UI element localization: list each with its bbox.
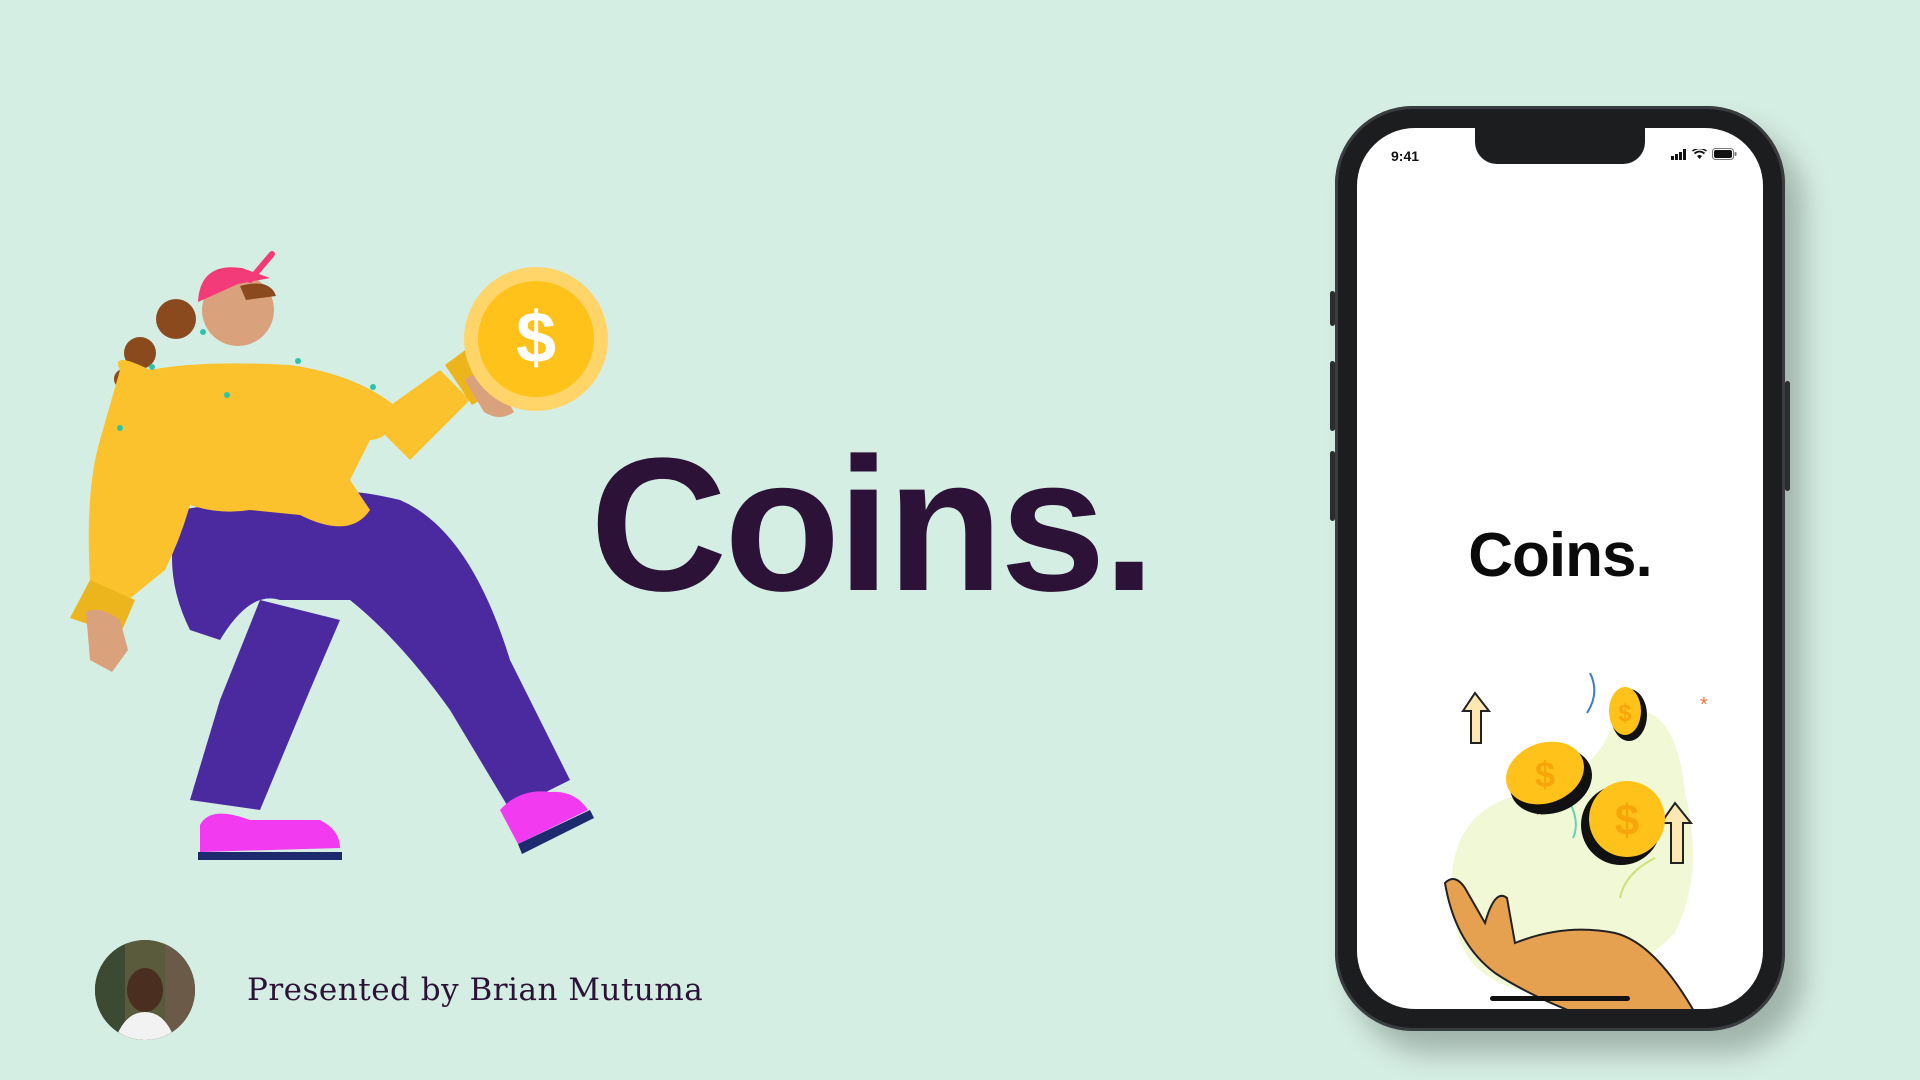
status-time: 9:41 xyxy=(1391,148,1420,164)
status-icons xyxy=(1671,148,1737,160)
avatar xyxy=(95,940,195,1040)
arrow-up-icon xyxy=(1461,691,1492,744)
wifi-icon xyxy=(1692,148,1707,159)
coins-hand-illustration: * * $ $ $ xyxy=(1443,673,1708,1009)
home-indicator xyxy=(1490,996,1630,1001)
svg-text:$: $ xyxy=(516,298,556,378)
phone-power-button xyxy=(1785,381,1790,491)
svg-text:$: $ xyxy=(1615,796,1639,845)
svg-text:$: $ xyxy=(1618,700,1632,727)
svg-text:$: $ xyxy=(1535,754,1555,795)
hero-title: Coins. xyxy=(590,419,1156,631)
signal-icon xyxy=(1671,148,1686,160)
phone-screen: 9:41 Coins. * * $ $ $ xyxy=(1357,128,1763,1009)
phone-volume-down-button xyxy=(1330,451,1335,521)
screen-title: Coins. xyxy=(1468,521,1652,590)
phone-notch xyxy=(1475,128,1645,164)
presenter-block: Presented by Brian Mutuma xyxy=(95,940,703,1040)
dollar-coin-icon: $ xyxy=(464,267,608,411)
presenter-name: Presented by Brian Mutuma xyxy=(247,972,704,1008)
phone-mute-switch xyxy=(1330,291,1335,326)
phone-volume-up-button xyxy=(1330,361,1335,431)
person-holding-coin-illustration: $ xyxy=(70,251,608,860)
battery-icon xyxy=(1712,148,1737,160)
svg-text:*: * xyxy=(1700,694,1708,716)
phone-mockup: 9:41 Coins. * * $ $ $ xyxy=(1330,106,1790,1031)
